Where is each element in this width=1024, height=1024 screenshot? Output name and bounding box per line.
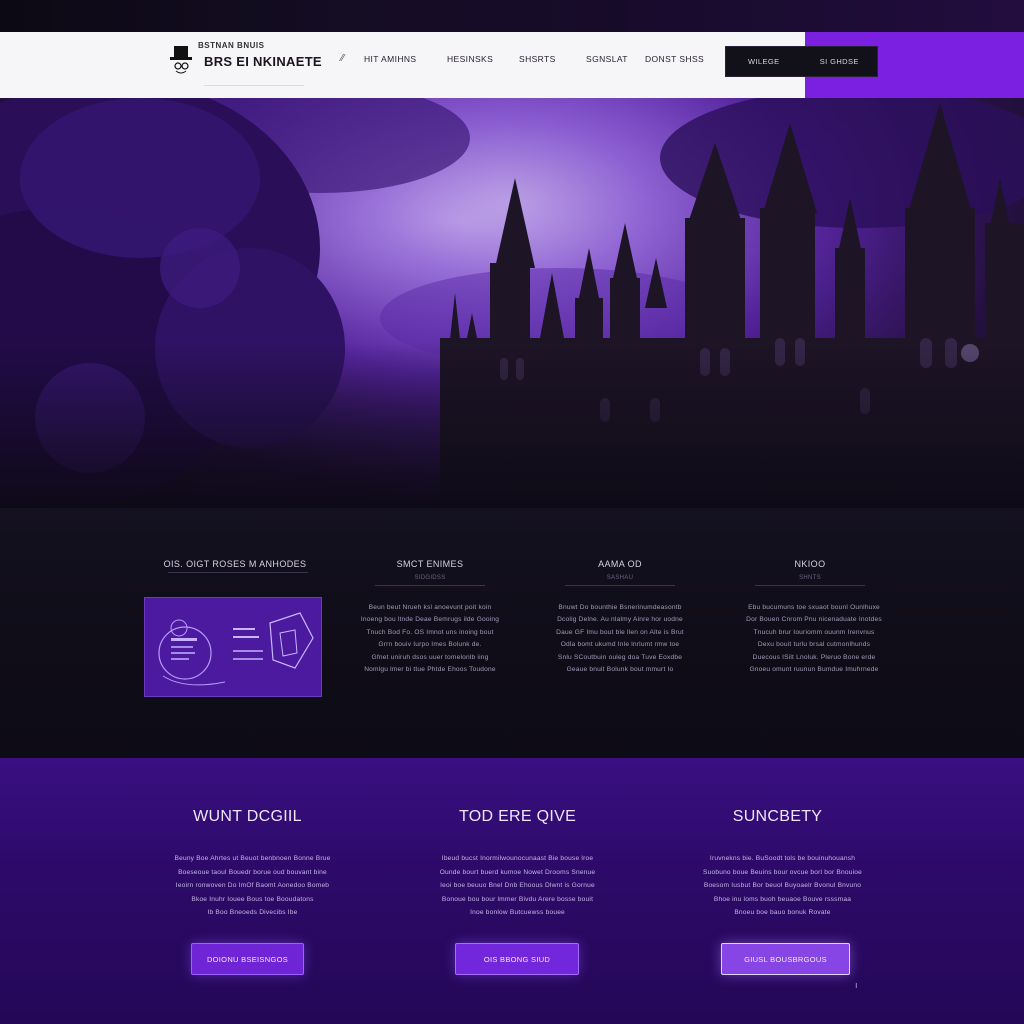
feature-image [144, 597, 322, 697]
feature-body-line: Tnuch Bod Fo. OS Imnot uns inoing bout [366, 628, 494, 636]
chevron-icon: ⁄⁄ [341, 53, 345, 64]
navbar [0, 32, 805, 98]
header-cta-right-button[interactable]: SI GHDSE [802, 47, 878, 76]
hero-castle-illustration [0, 98, 1024, 508]
feature-body-line: Dexu bouit turlu brsal cutmonlhunds [757, 641, 871, 649]
feature-body-line: Gnoeu omunt ruunun Bumdue Imuhrnede [749, 666, 879, 674]
page: BSTNAN BNUIS BRS EI NKINAETE ⁄⁄ HIT AMIH… [0, 0, 1024, 1024]
feature-body-3: Bnuwt Do bounthie Bsnerinumdeasontb Dcol… [538, 602, 702, 676]
ornate-emblem-icon [158, 612, 314, 686]
hero-banner [0, 98, 1024, 508]
cta-body-line: Suobuno boue Beuins bour ovcue borl bor … [703, 868, 862, 876]
header-cta-group: WILEGE SI GHDSE [725, 46, 878, 77]
feature-body-line: Daue GF Imu bout ble llen on Alte is Bru… [556, 628, 684, 636]
feature-body-line: Nomlgu lmer bi ttue Phtde Ehoos Toudone [364, 666, 496, 674]
logo-wordmark[interactable]: BRS EI NKINAETE [204, 54, 322, 69]
feature-body-line: Tnucuh brur Iouriomm ouunm Irenvnus [753, 628, 875, 636]
nav-link-2[interactable]: HESINSKS [447, 54, 493, 64]
feature-heading-1: OIS. OIGT ROSES M ANHODES [163, 559, 307, 569]
feature-divider-4 [755, 585, 865, 586]
cta-body-3: Iruvnekns bie. BuSoodt tols be bouinuhou… [670, 852, 895, 920]
nav-link-5[interactable]: DONST SHSS [645, 54, 704, 64]
feature-body-line: Inoeng bou ltnde Deae Bemrugs ilde Gooin… [360, 616, 500, 624]
cta-body-line: Boeseoue taoul Bouedr borue oud bouvant … [178, 868, 327, 876]
cta-body-line: Iruvnekns bie. BuSoodt tols be bouinuhou… [709, 855, 856, 862]
cta-button-2[interactable]: OIS BBONG SIUD [455, 943, 579, 975]
feature-body-line: Beun beut Nrueh ksl anoevunt poit koin [368, 604, 492, 611]
cta-body-line: Boesom Iusbut Bor beuol Buyoaelr Bvonul … [703, 882, 862, 889]
logo-divider [204, 85, 304, 86]
cta-body-line: Bonoue bou bour lmmer Bivdu Arere bosse … [441, 895, 594, 903]
cta-body-line: Bkoe Inuhr Iouee Bous toe Booudatons [191, 895, 314, 903]
feature-body-4: Ebu bucumuns toe sxuaot bounl Ounlhuxe D… [728, 602, 900, 676]
cursor-mark: ı [855, 980, 858, 990]
header-cta-left-button[interactable]: WILEGE [726, 47, 802, 76]
cta-body-line: Ieoirn ronwoven Do ImOf Baomt Aonedoo Bo… [175, 882, 330, 889]
cta-body-line: Bnoeu boe bauo bonuk Rovate [734, 909, 831, 916]
feature-body-line: Ebu bucumuns toe sxuaot bounl Ounlhuxe [748, 604, 880, 611]
feature-divider-2 [375, 585, 485, 586]
feature-heading-4: NKIOO [794, 559, 826, 569]
feature-body-line: Dcolig Delne. Au nlalmy Ainre hor uodne [557, 616, 683, 624]
feature-body-line: Odla bomt ukumd Inle lnrlumt rmw toe [560, 641, 680, 649]
cta-heading-3: SUNCBETY [732, 808, 823, 825]
logo-tagline: BSTNAN BNUIS [198, 41, 265, 50]
cta-body-line: Ieoi boe beuuo Bnel Dnb Ehoous Dlwnt is … [440, 882, 595, 889]
feature-body-line: Geaue bnuit Bolunk bout mmurt Io [566, 666, 674, 674]
feature-heading-2: SMCT ENIMES [396, 559, 464, 569]
cta-body-line: Ibeud bucst Inormilwounocunaast Bie bous… [441, 855, 594, 862]
feature-body-line: Bnuwt Do bounthie Bsnerinumdeasontb [558, 604, 682, 611]
nav-link-3[interactable]: SHSRTS [519, 54, 556, 64]
cta-button-1[interactable]: DOIONU BSEISNGOS [191, 943, 304, 975]
feature-heading-3: AAMA OD [598, 559, 642, 569]
feature-subheading-2: SIDGIDSS [414, 575, 446, 581]
feature-divider-1 [168, 572, 308, 573]
feature-body-line: Grrn bouiv Iurpo Imes Bolunk de. [378, 641, 482, 649]
cta-body-1: Beuny Boe Ahrtes ut Beuot benbnoen Bonne… [140, 852, 365, 920]
feature-divider-3 [565, 585, 675, 586]
feature-body-2: Beun beut Nrueh ksl anoevunt poit koin I… [350, 602, 510, 676]
nav-link-4[interactable]: SGNSLAT [586, 54, 628, 64]
cta-body-line: Beuny Boe Ahrtes ut Beuot benbnoen Bonne… [174, 855, 331, 862]
nav-link-1[interactable]: HIT AMIHNS [364, 54, 417, 64]
feature-body-line: Snlu SCoutbuin ouleg doa Tuve Eoxdbe [557, 653, 683, 661]
cta-heading-1: WUNT DCGIIL [193, 808, 302, 825]
feature-body-line: Duecous ISilt Lnoluk. Pleruo Bone erde [752, 653, 876, 661]
feature-body-line: Gfnet uniruh dsos uuer tomelonlb iing [371, 653, 489, 661]
cta-body-line: Ounde bourt buerd kumoe Nowet Drooms Sne… [439, 868, 596, 876]
cta-button-3[interactable]: GIUSL BOUSBRGOUS [721, 943, 850, 975]
cta-heading-2: TOD ERE QIVE [458, 808, 577, 825]
top-strip [0, 0, 1024, 32]
cta-body-line: Ib Boo Bneoeds Divecibs Ibe [207, 909, 298, 916]
feature-subheading-3: SASHAU [606, 575, 634, 581]
feature-body-line: Dor Bouen Cnrom Pnu nicenaduate Inotdes [746, 616, 882, 624]
logo-hat-icon[interactable] [168, 44, 194, 76]
cta-body-2: Ibeud bucst Inormilwounocunaast Bie bous… [405, 852, 630, 920]
cta-body-line: Inoe bonlow Butcuewss bouee [470, 909, 565, 916]
feature-subheading-4: SHNTS [799, 575, 821, 581]
cta-body-line: Bhoe inu loms buoh beuaoe Bouve rsssmaa [713, 895, 852, 903]
